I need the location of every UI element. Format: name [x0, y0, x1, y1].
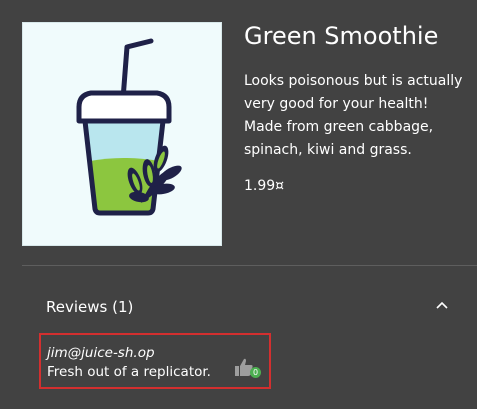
- like-button[interactable]: 0: [233, 357, 263, 381]
- review-text: Fresh out of a replicator.: [47, 364, 211, 380]
- review-item: jim@juice-sh.op Fresh out of a replicato…: [39, 333, 271, 389]
- reviews-title: Reviews (1): [46, 298, 134, 316]
- product-price: 1.99¤: [244, 178, 285, 194]
- divider: [22, 265, 477, 266]
- product-description: Looks poisonous but is actually very goo…: [244, 73, 463, 158]
- product-image: [22, 22, 222, 246]
- like-count-badge: 0: [250, 367, 261, 378]
- smoothie-cup-icon: [76, 38, 182, 216]
- chevron-up-icon: [436, 301, 448, 309]
- product-title: Green Smoothie: [244, 22, 439, 50]
- review-author: jim@juice-sh.op: [47, 345, 155, 361]
- reviews-expansion-header[interactable]: Reviews (1): [22, 284, 477, 328]
